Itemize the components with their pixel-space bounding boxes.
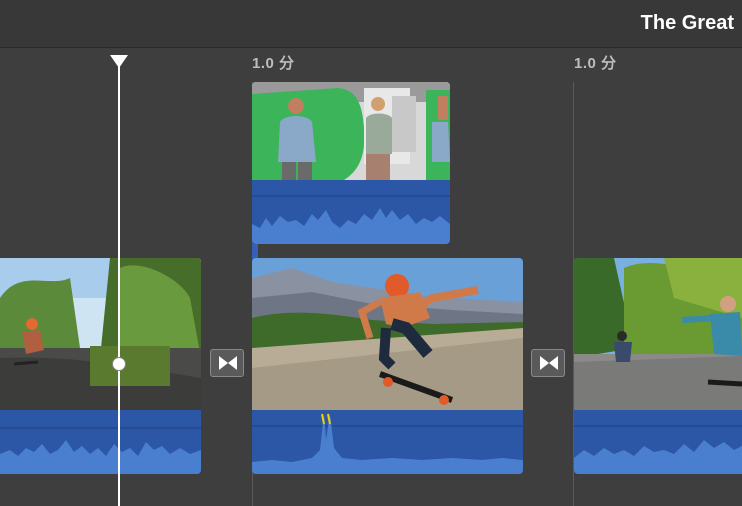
playhead-knob[interactable] bbox=[112, 357, 126, 371]
main-clip-skate-jump[interactable] bbox=[252, 258, 523, 474]
bowtie-transition-icon bbox=[219, 356, 237, 370]
clip-thumbnail bbox=[252, 82, 450, 180]
clip-thumbnail bbox=[252, 258, 523, 410]
clip-thumbnail bbox=[574, 258, 742, 410]
bowtie-transition-icon bbox=[540, 356, 558, 370]
playhead-line[interactable] bbox=[118, 62, 120, 506]
project-title: The Great bbox=[640, 12, 734, 34]
time-label: 1.0 分 bbox=[252, 55, 295, 72]
main-clip-skate-road[interactable] bbox=[574, 258, 742, 474]
clip-audio-waveform bbox=[0, 410, 201, 474]
transition-button[interactable] bbox=[210, 349, 244, 377]
clip-audio-waveform bbox=[252, 180, 450, 244]
main-clip-skate-forest[interactable] bbox=[0, 258, 201, 474]
connected-clip-green-screen[interactable] bbox=[252, 82, 450, 244]
clip-audio-waveform bbox=[252, 410, 523, 474]
time-label: 1.0 分 bbox=[574, 55, 617, 72]
clip-thumbnail bbox=[0, 258, 201, 410]
playhead-icon[interactable] bbox=[110, 55, 128, 68]
clip-audio-waveform bbox=[574, 410, 742, 474]
transition-button[interactable] bbox=[531, 349, 565, 377]
title-bar: The Great bbox=[0, 0, 742, 48]
